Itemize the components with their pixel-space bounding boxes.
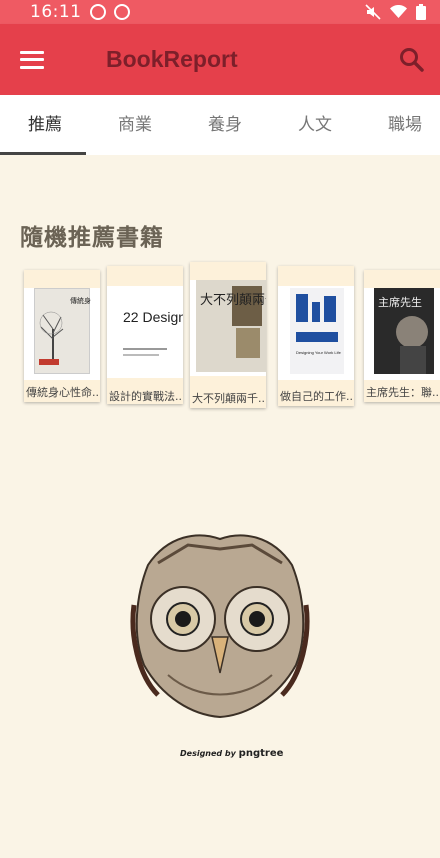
tab-business[interactable]: 商業 <box>90 95 180 155</box>
category-tabs: 推薦 商業 養身 人文 職場 <box>0 95 440 155</box>
book-title: 大不列顛兩千... <box>192 392 266 405</box>
book-card[interactable]: 主席先生 主席先生：聯... <box>364 270 440 402</box>
book-title: 傳統身心性命... <box>26 386 100 399</box>
cover-text: 傳統身心 性命之學的傳承 <box>70 296 91 305</box>
battery-icon <box>416 4 426 20</box>
tab-humanities[interactable]: 人文 <box>270 95 360 155</box>
menu-icon[interactable] <box>20 50 44 69</box>
sync-icon <box>113 4 130 20</box>
watermark-text: Designed by pngtree <box>180 748 283 759</box>
book-cover: 傳統身心 性命之學的傳承 <box>34 288 149 374</box>
tab-recommended[interactable]: 推薦 <box>0 95 90 155</box>
book-cover: 大不列顛兩千年 <box>196 280 291 372</box>
app-title: BookReport <box>106 46 238 72</box>
book-title: 設計的實戰法... <box>109 390 183 403</box>
tab-workplace[interactable]: 職場 <box>360 95 440 155</box>
tab-health[interactable]: 養身 <box>180 95 270 155</box>
cover-text: Designing Your Work Life <box>296 350 342 355</box>
book-card[interactable]: Designing Your Work Life 做自己的工作... <box>278 266 354 406</box>
book-cover: Designing Your Work Life <box>290 288 344 374</box>
book-cover: 22 Design Rules <box>107 286 226 372</box>
book-card[interactable]: 22 Design Rules 設計的實戰法... <box>107 266 226 404</box>
watermark-prefix: Designed by <box>180 749 236 758</box>
app-bar: BookReport <box>0 24 440 95</box>
cover-text: 主席先生 <box>378 295 422 309</box>
cover-text: 大不列顛兩千年 <box>200 293 266 308</box>
book-title: 主席先生：聯... <box>366 386 440 399</box>
book-card[interactable]: 傳統身心 性命之學的傳承 傳統身心性命... <box>24 270 149 402</box>
owl-illustration <box>128 525 312 725</box>
search-icon[interactable] <box>398 46 426 74</box>
book-carousel[interactable]: 傳統身心 性命之學的傳承 傳統身心性命... 22 Design Rules 設… <box>0 258 440 418</box>
status-time: 16:11 <box>30 2 82 22</box>
mute-icon <box>365 4 381 20</box>
wifi-icon <box>390 5 407 18</box>
book-card[interactable]: 大不列顛兩千年 大不列顛兩千... <box>190 262 291 408</box>
cover-text: 22 Design Rules <box>123 309 183 325</box>
book-cover: 主席先生 <box>374 288 434 374</box>
section-title: 隨機推薦書籍 <box>20 225 164 251</box>
watermark-brand: pngtree <box>238 748 284 759</box>
book-title: 做自己的工作... <box>280 390 354 403</box>
status-bar: 16:11 <box>0 0 440 24</box>
account-icon <box>89 4 106 20</box>
